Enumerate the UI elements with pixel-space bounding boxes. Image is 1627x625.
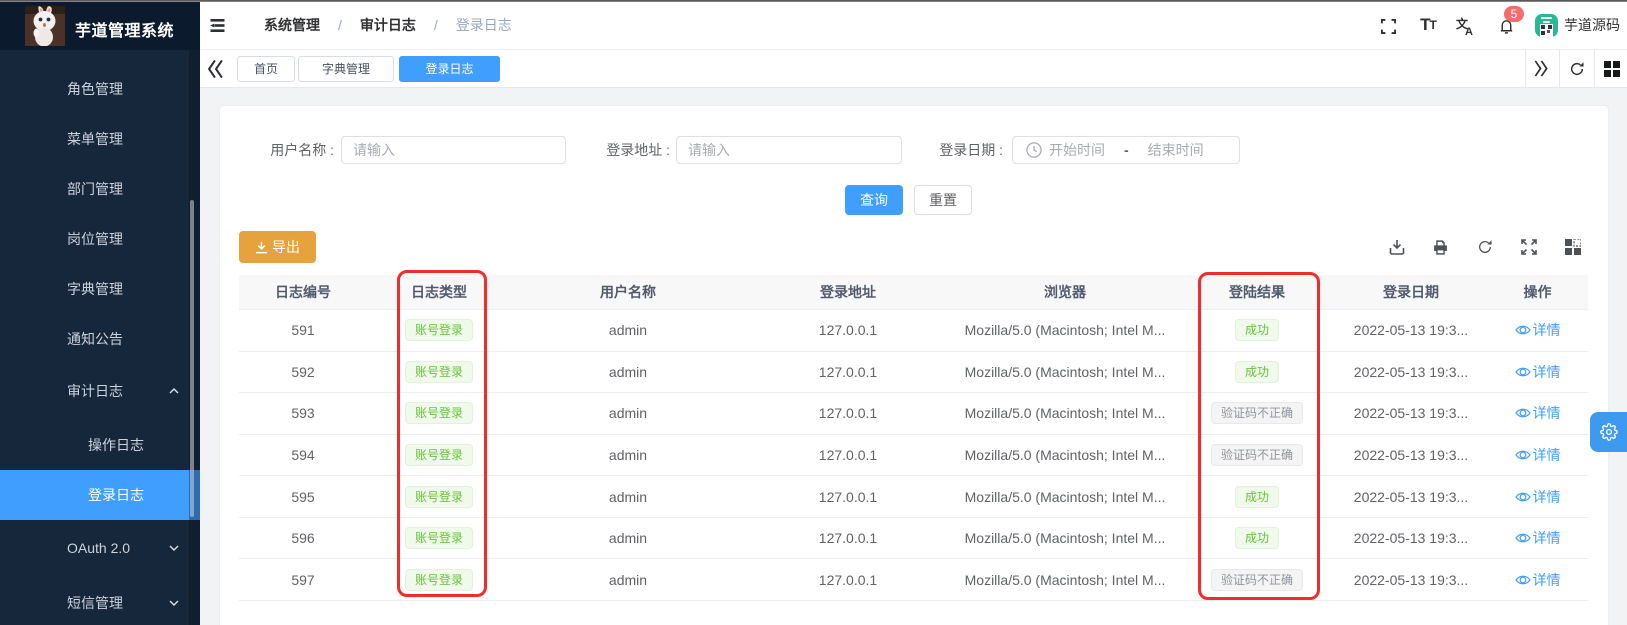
svg-text:A: A <box>1465 26 1473 35</box>
